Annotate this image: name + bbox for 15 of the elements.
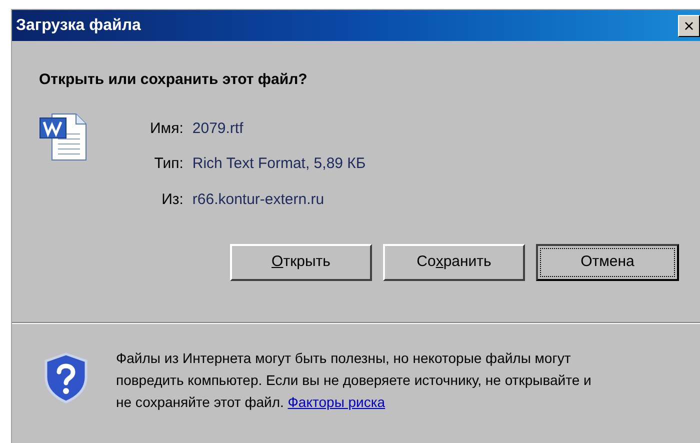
field-value: r66.kontur-extern.ru	[192, 190, 326, 210]
field-label: Тип:	[153, 154, 184, 174]
question-heading: Открыть или сохранить этот файл?	[39, 70, 308, 90]
button[interactable]: Сохранить	[383, 244, 525, 281]
window-title: Загрузка файла	[16, 16, 141, 36]
button[interactable]: Открыть	[230, 244, 372, 281]
field-label: Из:	[160, 190, 184, 210]
shield-question-icon	[42, 352, 90, 404]
field-value: Rich Text Format, 5,89 КБ	[192, 154, 366, 174]
field-value: 2079.rtf	[192, 118, 244, 138]
field-label: Имя:	[150, 118, 184, 138]
risk-factors-link[interactable]: Факторы риска	[288, 394, 386, 410]
warning-text: Файлы из Интернета могут быть полезны, но некоторые файлы могут повредить компьютер. Если вы не доверяете источнику, не открывайте и не сохраняйте этот файл. Факторы риска	[116, 349, 592, 412]
button[interactable]: Отмена	[536, 244, 679, 281]
close-button[interactable]: ×	[678, 14, 700, 36]
